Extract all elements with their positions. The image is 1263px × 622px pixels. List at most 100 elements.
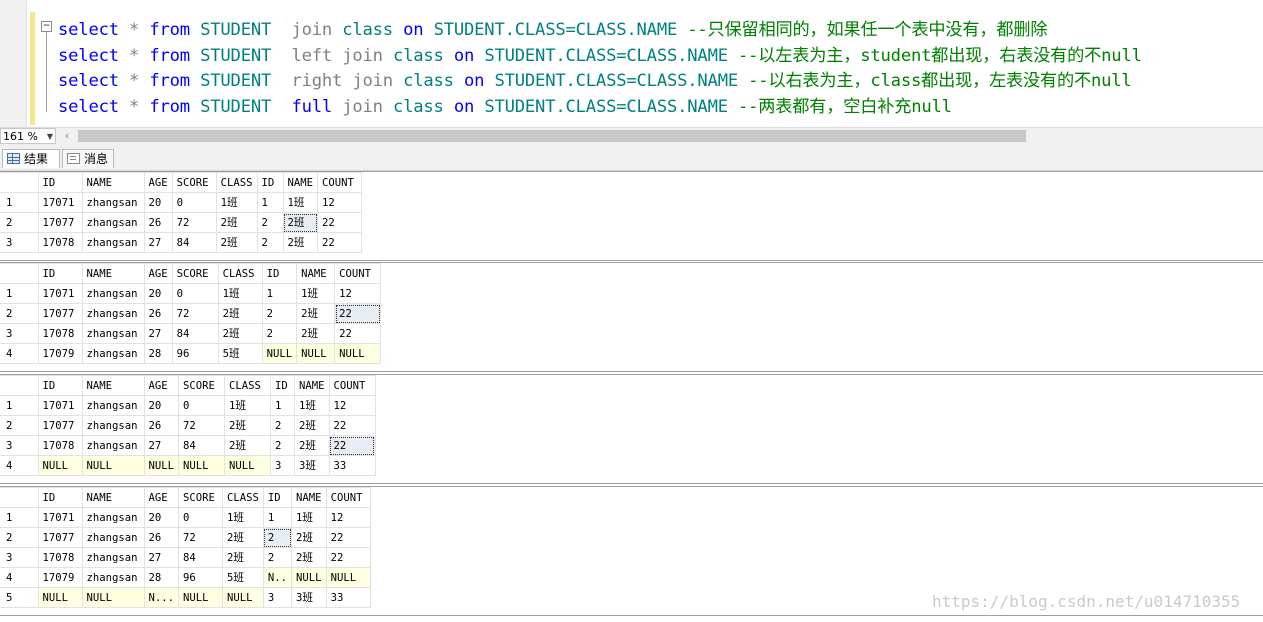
table-cell[interactable]: 17078 (37, 547, 83, 568)
table-cell[interactable]: 1班 (215, 192, 258, 213)
table-cell[interactable]: 0 (171, 283, 219, 304)
row-number[interactable]: 1 (0, 192, 39, 213)
scroll-left-icon[interactable]: ‹ (60, 128, 74, 144)
code-line-4[interactable]: select * from STUDENT full join class on… (58, 92, 952, 117)
column-header[interactable]: NAME (81, 487, 145, 508)
table-cell[interactable]: 84 (178, 547, 224, 568)
table-cell[interactable]: 2班 (215, 212, 258, 233)
table-cell[interactable]: 84 (178, 435, 226, 456)
table-cell[interactable]: NULL (222, 587, 264, 608)
table-cell[interactable]: 1 (256, 192, 284, 213)
table-cell[interactable]: 2 (261, 303, 298, 324)
table-cell[interactable]: NULL (178, 455, 226, 476)
table-cell[interactable]: 1 (261, 283, 298, 304)
table-cell[interactable]: 27 (143, 323, 173, 344)
zoom-dropdown[interactable]: 161 % ▼ (0, 128, 56, 144)
corner-cell[interactable] (0, 172, 39, 193)
table-cell[interactable]: 17078 (37, 435, 83, 456)
table-cell[interactable]: 22 (334, 303, 382, 324)
table-cell[interactable]: 1班 (217, 283, 263, 304)
table-cell[interactable]: 72 (178, 527, 224, 548)
table-cell[interactable]: 2 (270, 435, 296, 456)
table-cell[interactable]: 27 (143, 435, 180, 456)
result-table[interactable]: ID NAME AGE SCORE CLASS ID NAME COUNT 1 17071 zhan… (0, 487, 371, 608)
table-cell[interactable]: 26 (143, 212, 173, 233)
column-header[interactable]: ID (37, 375, 83, 396)
table-cell[interactable]: 17077 (37, 212, 83, 233)
table-cell[interactable]: 2班 (224, 415, 272, 436)
column-header[interactable]: NAME (291, 487, 327, 508)
table-cell[interactable]: 3 (270, 455, 296, 476)
table-cell[interactable]: zhangsan (81, 212, 145, 233)
table-cell[interactable]: NULL (81, 455, 145, 476)
table-row[interactable]: 1 17071 zhangsan 20 0 1班 1 1班 12 (0, 395, 376, 416)
table-cell[interactable]: 2班 (282, 232, 319, 253)
table-cell[interactable]: N.. (262, 567, 293, 588)
column-header[interactable]: COUNT (325, 487, 371, 508)
table-cell[interactable]: 2班 (215, 232, 258, 253)
column-header[interactable]: SCORE (171, 172, 217, 193)
table-cell[interactable]: 17077 (37, 303, 83, 324)
table-row[interactable]: 4 NULL NULL NULL NULL NULL 3 3班 33 (0, 455, 376, 476)
table-cell[interactable]: 2 (256, 232, 284, 253)
table-cell[interactable]: zhangsan (81, 527, 145, 548)
table-cell[interactable]: 2班 (222, 547, 264, 568)
row-number[interactable]: 4 (0, 567, 39, 588)
row-number[interactable]: 2 (0, 415, 39, 436)
table-cell[interactable]: NULL (224, 455, 272, 476)
table-cell[interactable]: 22 (328, 415, 376, 436)
table-cell[interactable]: 2 (262, 547, 293, 568)
column-header[interactable]: COUNT (317, 172, 363, 193)
table-row[interactable]: 2 17077 zhangsan 26 72 2班 2 2班 22 (0, 415, 376, 436)
table-cell[interactable]: 2 (262, 527, 293, 548)
code-line-2[interactable]: select * from STUDENT left join class on… (58, 41, 1142, 66)
table-row[interactable]: 1 17071 zhangsan 20 0 1班 1 1班 12 (0, 283, 382, 304)
table-cell[interactable]: 12 (334, 283, 382, 304)
column-header[interactable]: ID (37, 172, 83, 193)
table-cell[interactable]: zhangsan (81, 395, 145, 416)
table-row[interactable]: 1 17071 zhangsan 20 0 1班 1 1班 12 (0, 507, 371, 528)
table-cell[interactable]: zhangsan (81, 192, 145, 213)
table-cell[interactable]: NULL (81, 587, 145, 608)
table-cell[interactable]: 27 (143, 547, 180, 568)
column-header[interactable]: ID (256, 172, 284, 193)
row-number[interactable]: 3 (0, 232, 39, 253)
table-cell[interactable]: 27 (143, 232, 173, 253)
result-table[interactable]: ID NAME AGE SCORE CLASS ID NAME COUNT 1 17071 zhan… (0, 172, 363, 253)
table-cell[interactable]: 2班 (291, 547, 327, 568)
table-row[interactable]: 2 17077 zhangsan 26 72 2班 2 2班 22 (0, 303, 382, 324)
table-cell[interactable]: 22 (317, 212, 363, 233)
table-cell[interactable]: 96 (171, 343, 219, 364)
row-number[interactable]: 4 (0, 455, 39, 476)
column-header[interactable]: NAME (296, 263, 336, 284)
column-header[interactable]: COUNT (328, 375, 376, 396)
column-header[interactable]: AGE (143, 487, 180, 508)
column-header[interactable]: SCORE (171, 263, 219, 284)
table-row[interactable]: 4 17079 zhangsan 28 96 5班 NULL NULL NULL (0, 343, 382, 364)
table-cell[interactable]: 0 (171, 192, 217, 213)
row-number[interactable]: 2 (0, 527, 39, 548)
table-cell[interactable]: 20 (143, 395, 180, 416)
table-cell[interactable]: 2 (270, 415, 296, 436)
table-cell[interactable]: zhangsan (81, 323, 145, 344)
row-number[interactable]: 2 (0, 303, 39, 324)
column-header[interactable]: COUNT (334, 263, 382, 284)
result-grid-1[interactable]: ID NAME AGE SCORE CLASS ID NAME COUNT 1 17071 zhan… (0, 171, 1263, 261)
table-cell[interactable]: 17079 (37, 567, 83, 588)
table-cell[interactable]: 2班 (217, 303, 263, 324)
table-cell[interactable]: 96 (178, 567, 224, 588)
table-cell[interactable]: 2班 (294, 435, 330, 456)
table-cell[interactable]: zhangsan (81, 303, 145, 324)
table-cell[interactable]: 3班 (294, 455, 330, 476)
column-header[interactable]: AGE (143, 172, 173, 193)
table-cell[interactable]: NULL (143, 455, 180, 476)
corner-cell[interactable] (0, 263, 39, 284)
table-cell[interactable]: 84 (171, 323, 219, 344)
table-cell[interactable]: 22 (317, 232, 363, 253)
table-cell[interactable]: zhangsan (81, 343, 145, 364)
table-cell[interactable]: 1 (262, 507, 293, 528)
column-header[interactable]: ID (270, 375, 296, 396)
result-grid-2[interactable]: ID NAME AGE SCORE CLASS ID NAME COUNT 1 17071 zhan… (0, 262, 1263, 372)
row-number[interactable]: 1 (0, 395, 39, 416)
table-row[interactable]: 4 17079 zhangsan 28 96 5班 N.. NULL NULL (0, 567, 371, 588)
